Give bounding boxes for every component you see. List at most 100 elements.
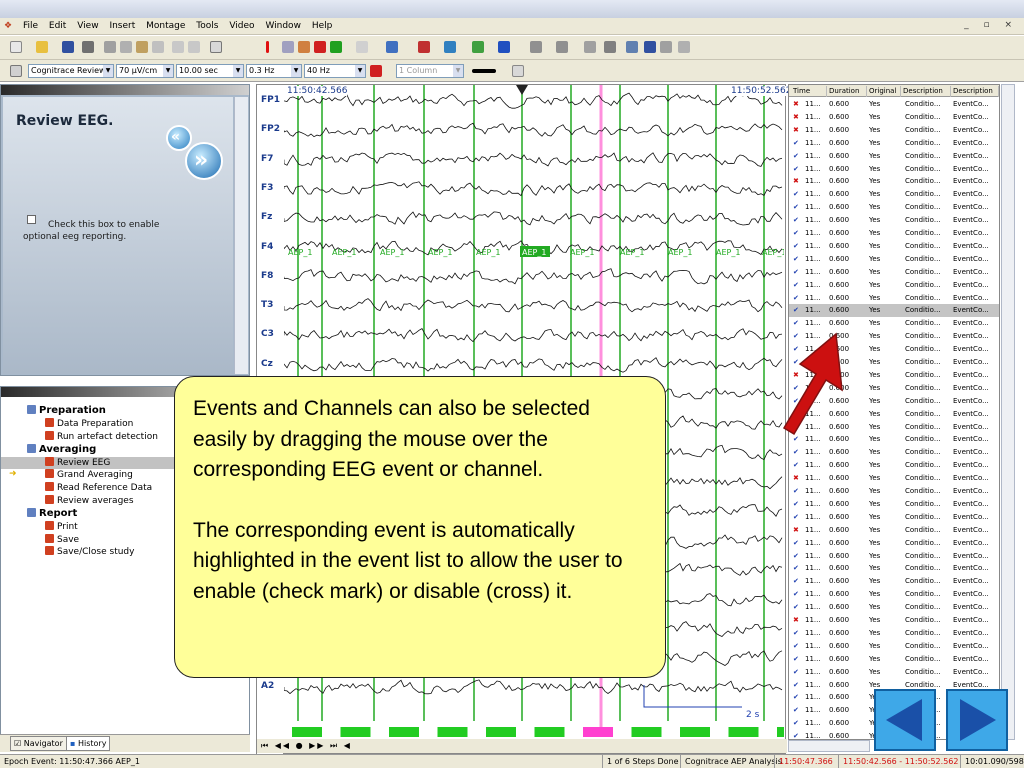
- table-row[interactable]: ✔11... 0.600 Yes Conditio... EventCo...: [789, 485, 999, 498]
- table-row[interactable]: ✔11... 0.600 Yes Conditio... EventCo...: [789, 498, 999, 511]
- new-document-icon[interactable]: [10, 41, 22, 53]
- table-row[interactable]: ✖11... 0.600 Yes Conditio... EventCo...: [789, 98, 999, 111]
- check-icon[interactable]: ✔: [793, 266, 805, 279]
- menu-help[interactable]: Help: [308, 18, 337, 35]
- check-icon[interactable]: ✔: [793, 653, 805, 666]
- check-icon[interactable]: ✔: [793, 601, 805, 614]
- column-header-original[interactable]: Original: [867, 86, 901, 97]
- tree-item-review-averages[interactable]: Review averages: [45, 495, 134, 507]
- save-icon[interactable]: [62, 41, 74, 53]
- check-icon[interactable]: ✔: [793, 498, 805, 511]
- channel-label-f4[interactable]: F4: [261, 242, 273, 252]
- baseline-icon[interactable]: [498, 41, 510, 53]
- check-icon[interactable]: ✔: [793, 562, 805, 575]
- cut-icon[interactable]: [104, 41, 116, 53]
- grid-icon[interactable]: [472, 41, 484, 53]
- cross-icon[interactable]: ✖: [793, 98, 805, 111]
- open-folder-icon[interactable]: [36, 41, 48, 53]
- table-row[interactable]: ✔11... 0.600 Yes Conditio... EventCo...: [789, 511, 999, 524]
- event-bar[interactable]: [340, 727, 371, 737]
- event-bar[interactable]: [486, 727, 516, 737]
- tab-navigator[interactable]: ☑ Navigator: [10, 736, 67, 751]
- window-cascade-icon[interactable]: [644, 41, 656, 53]
- event-list-scrollbar[interactable]: [1001, 84, 1015, 740]
- pin-icon[interactable]: [10, 65, 22, 77]
- event-label[interactable]: AEP_1: [288, 248, 312, 257]
- save-all-icon[interactable]: [82, 41, 94, 53]
- event-label[interactable]: AEP_1: [716, 248, 740, 257]
- event-label[interactable]: AEP_1: [476, 248, 500, 257]
- event-label[interactable]: AEP_1: [380, 248, 404, 257]
- check-icon[interactable]: ✔: [793, 279, 805, 292]
- channel-label-t3[interactable]: T3: [261, 300, 273, 310]
- sensitivity-select[interactable]: 70 µV/cm ▼: [116, 64, 174, 78]
- alert-icon[interactable]: [266, 41, 269, 53]
- menu-tools[interactable]: Tools: [192, 18, 222, 35]
- tree-item-read-reference-data[interactable]: Read Reference Data: [45, 482, 152, 494]
- check-icon[interactable]: ✔: [793, 240, 805, 253]
- table-row[interactable]: ✖11... 0.600 Yes Conditio... EventCo...: [789, 614, 999, 627]
- table-row[interactable]: ✔11... 0.600 Yes Conditio... EventCo...: [789, 253, 999, 266]
- position-marker-icon[interactable]: [516, 85, 528, 95]
- event-label[interactable]: AEP_1: [668, 248, 692, 257]
- table-row[interactable]: ✔11... 0.600 Yes Conditio... EventCo...: [789, 653, 999, 666]
- check-icon[interactable]: ✔: [793, 292, 805, 305]
- table-row[interactable]: ✔11... 0.600 Yes Conditio... EventCo...: [789, 459, 999, 472]
- paste-icon[interactable]: [136, 41, 148, 53]
- tab-history[interactable]: ▪ History: [66, 736, 111, 751]
- marker-icon[interactable]: [298, 41, 310, 53]
- window-tile-icon[interactable]: [626, 41, 638, 53]
- table-row[interactable]: ✔11... 0.600 Yes Conditio... EventCo...: [789, 214, 999, 227]
- event-bar[interactable]: [631, 727, 662, 737]
- check-icon[interactable]: ✔: [793, 730, 805, 739]
- menu-window[interactable]: Window: [261, 18, 305, 35]
- table-row[interactable]: ✖11... 0.600 Yes Conditio... EventCo...: [789, 111, 999, 124]
- check-icon[interactable]: ✔: [793, 627, 805, 640]
- window-icon[interactable]: [660, 41, 672, 53]
- help-icon[interactable]: [210, 41, 222, 53]
- cross-icon[interactable]: ✖: [793, 524, 805, 537]
- app-icon[interactable]: ❖: [0, 18, 16, 35]
- cross-icon[interactable]: ✖: [793, 111, 805, 124]
- page-icon[interactable]: [584, 41, 596, 53]
- table-row[interactable]: ✔11... 0.600 Yes Conditio... EventCo...: [789, 240, 999, 253]
- channel-icon[interactable]: [444, 41, 456, 53]
- check-icon[interactable]: ✔: [793, 691, 805, 704]
- column-header-description[interactable]: Description: [901, 86, 951, 97]
- close-x-icon[interactable]: [356, 41, 368, 53]
- eeg-trace[interactable]: [284, 679, 783, 695]
- event-list-hscrollbar[interactable]: [788, 740, 870, 752]
- camera-icon[interactable]: [678, 41, 690, 53]
- marker-toggle-icon[interactable]: [512, 65, 524, 77]
- table-row[interactable]: ✔11... 0.600 Yes Conditio... EventCo...: [789, 575, 999, 588]
- tree-item-save-close-study[interactable]: Save/Close study: [45, 546, 134, 558]
- table-row[interactable]: ✔11... 0.600 Yes Conditio... EventCo...: [789, 150, 999, 163]
- notch-filter-icon[interactable]: [370, 65, 382, 77]
- check-icon[interactable]: ✔: [793, 304, 805, 317]
- table-row[interactable]: ✔11... 0.600 Yes Conditio... EventCo...: [789, 640, 999, 653]
- undo-icon[interactable]: [172, 41, 184, 53]
- eeg-trace[interactable]: [284, 92, 783, 109]
- channel-label-cz[interactable]: Cz: [261, 359, 273, 369]
- table-row[interactable]: ✔11... 0.600 Yes Conditio... EventCo...: [789, 304, 999, 318]
- column-header-time[interactable]: Time: [791, 86, 827, 97]
- menu-montage[interactable]: Montage: [142, 18, 189, 35]
- event-bar[interactable]: [583, 727, 613, 737]
- check-icon[interactable]: ✔: [793, 163, 805, 176]
- eeg-trace[interactable]: [284, 298, 783, 313]
- print-icon[interactable]: [152, 41, 164, 53]
- eeg-trace[interactable]: [284, 152, 783, 167]
- table-row[interactable]: ✔11... 0.600 Yes Conditio... EventCo...: [789, 137, 999, 150]
- tree-item-run-artefact-detection[interactable]: Run artefact detection: [45, 430, 158, 443]
- event-bar[interactable]: [728, 727, 759, 737]
- check-icon[interactable]: ✔: [793, 537, 805, 550]
- table-row[interactable]: ✔11... 0.600 Yes Conditio... EventCo...: [789, 163, 999, 176]
- channel-label-f8[interactable]: F8: [261, 271, 273, 281]
- channel-label-fp2[interactable]: FP2: [261, 124, 280, 134]
- cross-icon[interactable]: ✖: [793, 175, 805, 188]
- check-icon[interactable]: ✔: [793, 575, 805, 588]
- menu-view[interactable]: View: [73, 18, 102, 35]
- table-row[interactable]: ✔11... 0.600 Yes Conditio... EventCo...: [789, 550, 999, 563]
- table-row[interactable]: ✖11... 0.600 Yes Conditio... EventCo...: [789, 524, 999, 537]
- layout-icon[interactable]: [556, 41, 568, 53]
